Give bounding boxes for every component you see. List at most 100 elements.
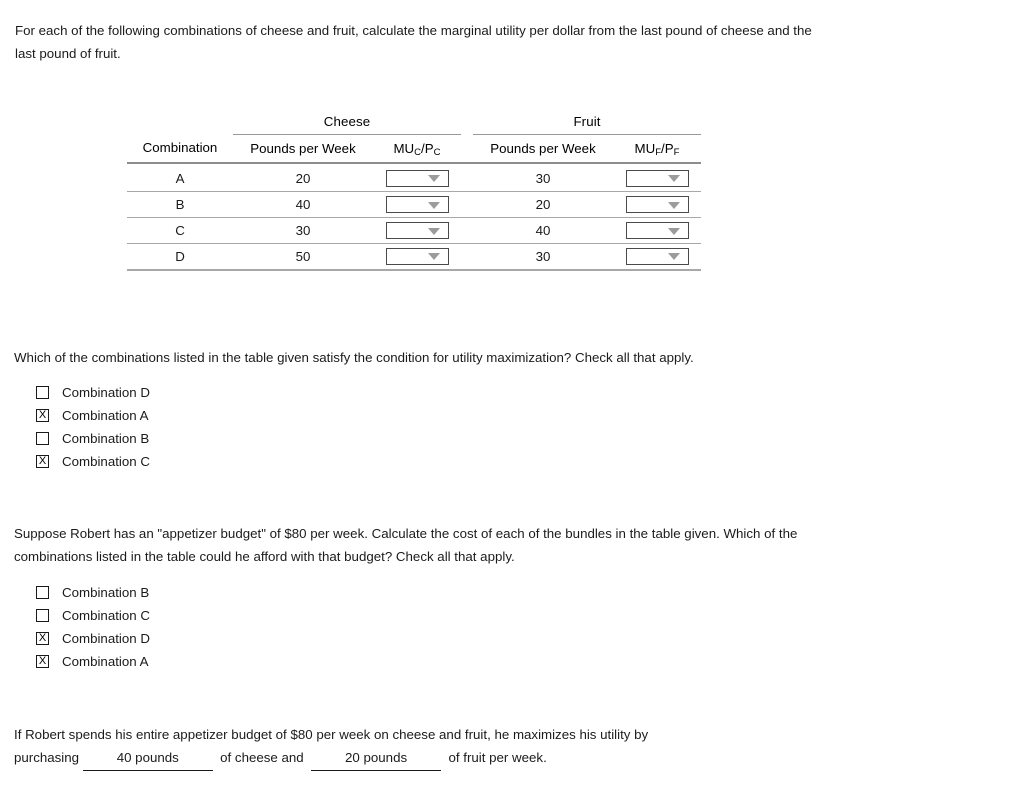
fruit-mu-dropdown-d[interactable] [625, 247, 689, 265]
mu-cheese-denominator: P [424, 140, 434, 156]
table-group-header-row: Cheese Fruit [127, 110, 701, 135]
cell-combination: B [127, 191, 233, 218]
cell-cheese-mu [373, 243, 461, 271]
checkbox-label: Combination A [62, 654, 149, 669]
column-header-fruit-pounds: Pounds per Week [490, 140, 596, 156]
closing-line-2: purchasing 40 pounds of cheese and 20 po… [14, 746, 874, 771]
table-row: D 50 30 [127, 243, 701, 271]
cell-fruit-mu [613, 165, 701, 192]
checkbox-option-q2-3[interactable]: X Combination A [36, 650, 150, 673]
chevron-down-icon [427, 201, 440, 209]
group-header-empty [127, 110, 233, 134]
chevron-down-icon [427, 227, 440, 235]
mu-fruit-denominator: P [664, 140, 674, 156]
cell-combination: C [127, 217, 233, 244]
checkbox-option-q1-0[interactable]: Combination D [36, 381, 150, 404]
cell-fruit-mu [613, 217, 701, 244]
cell-combination: D [127, 243, 233, 271]
mu-cheese-numerator: MU [393, 140, 415, 156]
fruit-mu-dropdown-a[interactable] [625, 169, 689, 187]
question-1-prompt: Which of the combinations listed in the … [14, 350, 694, 365]
cell-gap [461, 191, 473, 218]
closing-after-blank-2: of fruit per week. [441, 750, 547, 765]
cheese-mu-dropdown-b[interactable] [385, 196, 449, 213]
table-row: C 30 40 [127, 217, 701, 244]
chevron-down-icon [667, 175, 680, 183]
checkbox-label: Combination A [62, 408, 149, 423]
group-header-fruit: Fruit [473, 110, 701, 135]
checkbox-icon[interactable] [36, 609, 49, 622]
checkbox-icon[interactable]: X [36, 409, 49, 422]
checkbox-label: Combination C [62, 454, 150, 469]
cell-fruit-mu [613, 243, 701, 271]
checkbox-option-q2-2[interactable]: X Combination D [36, 627, 150, 650]
cell-gap [461, 217, 473, 244]
group-header-gap [461, 110, 473, 134]
column-header-cheese-pounds: Pounds per Week [250, 140, 356, 156]
marginal-utility-table: Cheese Fruit Combination Pounds per Week… [127, 110, 701, 271]
cell-fruit-pounds: 30 [473, 243, 613, 271]
checkbox-icon[interactable]: X [36, 632, 49, 645]
checkbox-label: Combination B [62, 431, 150, 446]
checkbox-icon[interactable]: X [36, 455, 49, 468]
question-2-prompt: Suppose Robert has an "appetizer budget"… [14, 526, 802, 564]
checkbox-label: Combination D [62, 385, 150, 400]
chevron-down-icon [667, 201, 680, 209]
closing-between-blanks: of cheese and [212, 750, 312, 765]
checkbox-option-q1-3[interactable]: X Combination C [36, 450, 150, 473]
intro-prompt: For each of the following combinations o… [15, 23, 816, 61]
checkbox-label: Combination C [62, 608, 150, 623]
mu-fruit-numerator: MU [634, 140, 656, 156]
checkbox-icon[interactable] [36, 386, 49, 399]
cell-cheese-mu [373, 191, 461, 218]
cell-cheese-pounds: 20 [233, 165, 373, 192]
cell-fruit-pounds: 20 [473, 191, 613, 218]
closing-line-1: If Robert spends his entire appetizer bu… [14, 727, 649, 742]
column-header-cheese-mu: MUC/PC [373, 134, 461, 162]
cheese-pounds-blank[interactable]: 40 pounds [82, 746, 213, 771]
column-header-gap [461, 134, 473, 162]
chevron-down-icon [667, 253, 680, 261]
checkbox-option-q1-1[interactable]: X Combination A [36, 404, 150, 427]
table-row: B 40 20 [127, 191, 701, 218]
mu-fruit-numerator-sub: F [655, 147, 662, 159]
checkbox-label: Combination D [62, 631, 150, 646]
checkbox-option-q2-1[interactable]: Combination C [36, 604, 150, 627]
checkbox-icon[interactable] [36, 586, 49, 599]
cheese-mu-dropdown-d[interactable] [385, 247, 449, 265]
closing-before-blank-1: purchasing [14, 750, 83, 765]
fruit-mu-dropdown-c[interactable] [625, 222, 689, 239]
chevron-down-icon [427, 175, 440, 183]
chevron-down-icon [667, 227, 680, 235]
cell-fruit-pounds: 30 [473, 165, 613, 192]
table-row: A 20 30 [127, 165, 701, 192]
cell-cheese-pounds: 40 [233, 191, 373, 218]
closing-statement: If Robert spends his entire appetizer bu… [14, 723, 874, 771]
mu-cheese-numerator-sub: C [414, 147, 422, 159]
checkbox-icon[interactable] [36, 432, 49, 445]
checkbox-option-q1-2[interactable]: Combination B [36, 427, 150, 450]
cell-cheese-mu [373, 165, 461, 192]
cell-cheese-pounds: 50 [233, 243, 373, 271]
cheese-mu-dropdown-a[interactable] [385, 169, 449, 187]
question-2-options: Combination B Combination C X Combinatio… [36, 581, 150, 673]
cell-fruit-pounds: 40 [473, 217, 613, 244]
cell-cheese-pounds: 30 [233, 217, 373, 244]
checkbox-label: Combination B [62, 585, 150, 600]
group-header-cheese: Cheese [233, 110, 461, 135]
cell-combination: A [127, 165, 233, 192]
fruit-pounds-blank[interactable]: 20 pounds [311, 746, 442, 771]
table-column-header-row: Combination Pounds per Week MUC/PC Pound… [127, 134, 701, 162]
cell-gap [461, 243, 473, 271]
cheese-mu-dropdown-c[interactable] [385, 222, 449, 239]
question-1-options: Combination D X Combination A Combinatio… [36, 381, 150, 473]
mu-cheese-denominator-sub: C [433, 147, 441, 159]
checkbox-option-q2-0[interactable]: Combination B [36, 581, 150, 604]
fruit-mu-dropdown-b[interactable] [625, 196, 689, 213]
cell-fruit-mu [613, 191, 701, 218]
cell-cheese-mu [373, 217, 461, 244]
checkbox-icon[interactable]: X [36, 655, 49, 668]
column-header-fruit-mu: MUF/PF [613, 134, 701, 162]
column-header-combination: Combination [142, 140, 218, 156]
cell-gap [461, 165, 473, 192]
